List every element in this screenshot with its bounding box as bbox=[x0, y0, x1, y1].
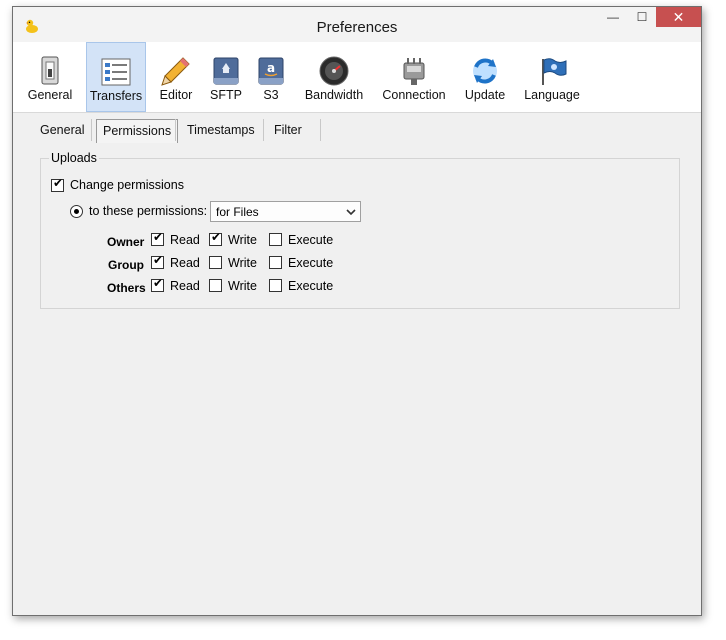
checkmark-icon: ✔ bbox=[153, 253, 164, 267]
toolbar-label: S3 bbox=[263, 88, 279, 102]
tab-filter[interactable]: Filter bbox=[274, 117, 302, 143]
network-plug-icon bbox=[403, 58, 425, 85]
owner-read-label: Read bbox=[170, 233, 200, 247]
radio-dot-icon bbox=[74, 209, 79, 214]
flag-icon bbox=[542, 58, 567, 85]
toolbar-label: General bbox=[27, 88, 73, 102]
window-title: Preferences bbox=[316, 19, 398, 36]
toolbar-item-editor[interactable]: Editor bbox=[156, 42, 196, 112]
change-permissions-label: Change permissions bbox=[70, 178, 184, 192]
toolbar-label: Update bbox=[464, 88, 506, 102]
toolbar-item-transfers[interactable]: Transfers bbox=[86, 42, 146, 112]
owner-write-checkbox[interactable]: ✔ bbox=[209, 230, 222, 246]
switch-icon bbox=[41, 56, 59, 85]
sftp-drive-icon bbox=[213, 57, 239, 85]
tab-divider bbox=[175, 119, 176, 141]
group-write-label: Write bbox=[228, 256, 257, 270]
change-permissions-checkbox[interactable]: ✔ bbox=[51, 176, 64, 192]
select-value: for Files bbox=[216, 205, 259, 219]
others-execute-label: Execute bbox=[288, 279, 334, 293]
refresh-globe-icon bbox=[473, 58, 497, 84]
close-button[interactable]: ✕ bbox=[656, 7, 701, 27]
to-these-permissions-label: to these permissions: bbox=[89, 204, 208, 218]
checkmark-icon: ✔ bbox=[153, 230, 164, 244]
tab-general[interactable]: General bbox=[40, 117, 84, 143]
checkmark-icon: ✔ bbox=[211, 230, 222, 244]
owner-execute-checkbox[interactable] bbox=[269, 233, 282, 246]
tab-permissions[interactable]: Permissions bbox=[96, 119, 179, 143]
minimize-button[interactable]: — bbox=[599, 7, 627, 27]
tab-divider bbox=[91, 119, 92, 141]
toolbar-label: SFTP bbox=[210, 88, 242, 102]
group-execute-checkbox[interactable] bbox=[269, 256, 282, 269]
owner-read-checkbox[interactable]: ✔ bbox=[151, 230, 164, 246]
toolbar-item-update[interactable]: Update bbox=[463, 42, 507, 112]
group-read-checkbox[interactable]: ✔ bbox=[151, 253, 164, 269]
speedometer-icon bbox=[319, 56, 349, 86]
group-label: Group bbox=[108, 258, 144, 272]
tab-divider bbox=[320, 119, 321, 141]
tab-timestamps[interactable]: Timestamps bbox=[187, 117, 255, 143]
pencil-icon bbox=[161, 57, 190, 86]
others-read-checkbox[interactable]: ✔ bbox=[151, 276, 164, 292]
owner-label: Owner bbox=[107, 235, 145, 249]
others-label: Others bbox=[107, 281, 146, 295]
to-these-permissions-radio[interactable] bbox=[70, 205, 83, 218]
group-execute-label: Execute bbox=[288, 256, 334, 270]
others-read-label: Read bbox=[170, 279, 200, 293]
others-write-label: Write bbox=[228, 279, 257, 293]
toolbar-item-sftp[interactable]: SFTP bbox=[206, 42, 246, 112]
toolbar-label: Editor bbox=[159, 88, 193, 102]
svg-text:a: a bbox=[267, 61, 275, 75]
preferences-toolbar: General Transfers Editor SFTP a S3 Bandw… bbox=[13, 42, 701, 113]
toolbar-item-general[interactable]: General bbox=[24, 42, 76, 112]
s3-drive-icon: a bbox=[258, 57, 284, 85]
permissions-target-select[interactable]: for Files bbox=[210, 201, 361, 222]
checkmark-icon: ✔ bbox=[53, 176, 64, 190]
uploads-group-title: Uploads bbox=[49, 151, 99, 165]
toolbar-label: Language bbox=[524, 88, 580, 102]
toolbar-item-connection[interactable]: Connection bbox=[380, 42, 448, 112]
tab-divider bbox=[263, 119, 264, 141]
owner-write-label: Write bbox=[228, 233, 257, 247]
others-execute-checkbox[interactable] bbox=[269, 279, 282, 292]
toolbar-label: Transfers bbox=[89, 89, 143, 103]
toolbar-label: Connection bbox=[382, 88, 446, 102]
toolbar-item-s3[interactable]: a S3 bbox=[253, 42, 289, 112]
owner-execute-label: Execute bbox=[288, 233, 334, 247]
preferences-window: Preferences — ☐ ✕ General Transfers Edit… bbox=[12, 6, 702, 616]
transfers-list-icon bbox=[101, 58, 131, 86]
chevron-down-icon bbox=[346, 209, 356, 216]
maximize-button[interactable]: ☐ bbox=[628, 7, 656, 27]
group-read-label: Read bbox=[170, 256, 200, 270]
toolbar-label: Bandwidth bbox=[304, 88, 364, 102]
toolbar-item-bandwidth[interactable]: Bandwidth bbox=[303, 42, 365, 112]
checkmark-icon: ✔ bbox=[153, 276, 164, 290]
toolbar-item-language[interactable]: Language bbox=[523, 42, 581, 112]
others-write-checkbox[interactable] bbox=[209, 279, 222, 292]
title-bar[interactable]: Preferences — ☐ ✕ bbox=[13, 7, 701, 42]
group-write-checkbox[interactable] bbox=[209, 256, 222, 269]
